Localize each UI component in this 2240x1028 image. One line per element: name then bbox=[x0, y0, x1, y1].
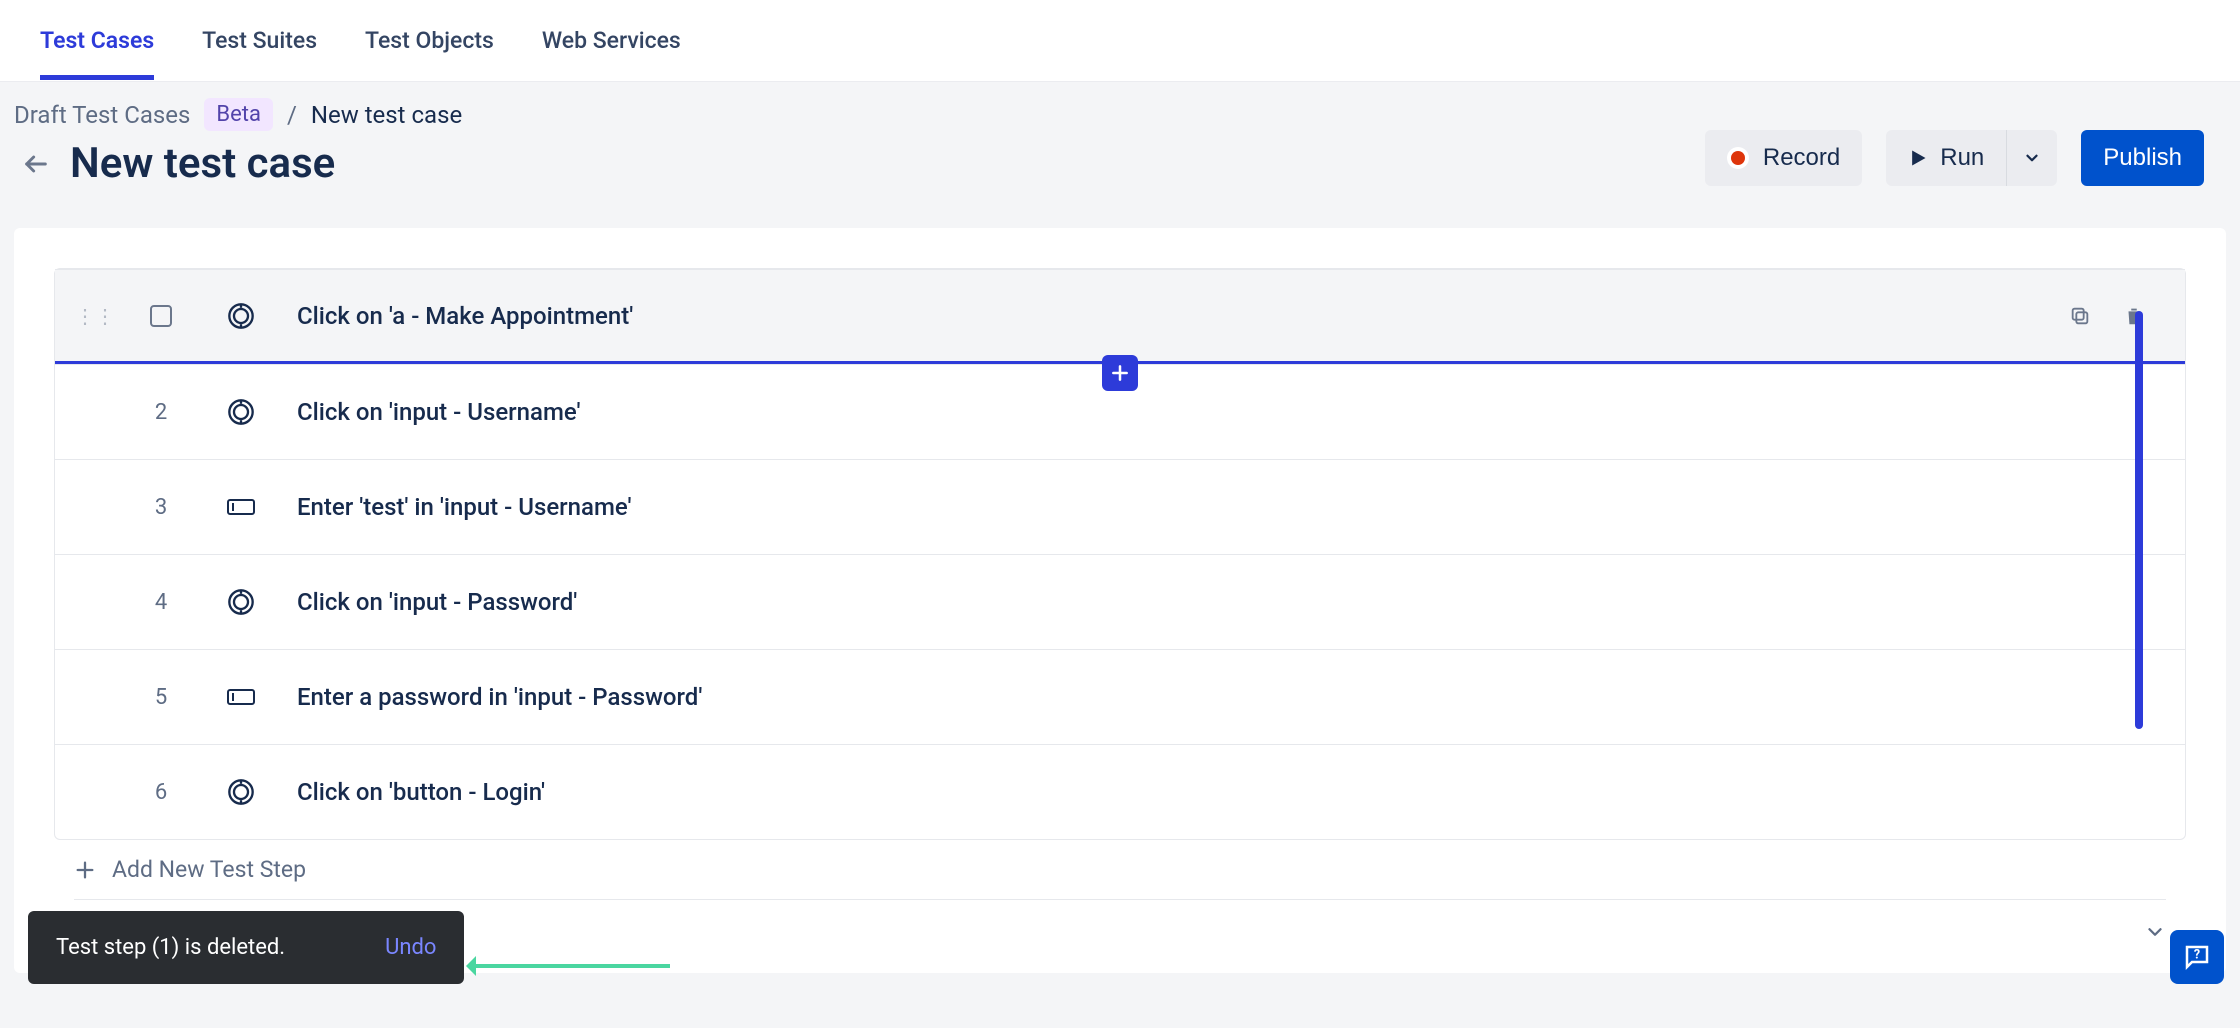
svg-text:?: ? bbox=[2194, 947, 2200, 962]
breadcrumb-separator: / bbox=[287, 101, 297, 129]
step-checkbox[interactable] bbox=[150, 305, 172, 327]
tab-web-services[interactable]: Web Services bbox=[542, 1, 681, 80]
chevron-down-icon bbox=[2023, 149, 2041, 167]
step-row-actions bbox=[2069, 305, 2145, 327]
step-number: 6 bbox=[137, 780, 185, 805]
publish-button[interactable]: Publish bbox=[2081, 130, 2204, 186]
record-icon bbox=[1727, 147, 1749, 169]
test-step-row[interactable]: 4 Click on 'input - Password' bbox=[55, 554, 2185, 649]
add-step-button[interactable]: Add New Test Step bbox=[74, 856, 2166, 883]
click-icon bbox=[221, 588, 261, 616]
annotation-arrow bbox=[470, 964, 670, 968]
plus-icon bbox=[74, 859, 96, 881]
drag-handle-icon[interactable]: ⋮⋮ bbox=[75, 304, 101, 328]
run-dropdown-button[interactable] bbox=[2006, 130, 2057, 186]
breadcrumb-root[interactable]: Draft Test Cases bbox=[14, 101, 190, 129]
play-icon bbox=[1908, 148, 1928, 168]
test-step-row[interactable]: 3 Enter 'test' in 'input - Username' bbox=[55, 459, 2185, 554]
run-label: Run bbox=[1940, 144, 1984, 172]
step-description: Click on 'a - Make Appointment' bbox=[297, 302, 2033, 330]
step-description: Click on 'input - Password' bbox=[297, 588, 2145, 616]
steps-card: ⋮⋮ Click on 'a - Make Appointment' 2 bbox=[14, 228, 2226, 973]
step-number: 5 bbox=[137, 685, 185, 710]
back-arrow-icon[interactable] bbox=[22, 150, 50, 178]
help-button[interactable]: ? bbox=[2170, 930, 2224, 984]
breadcrumb-row: Draft Test Cases Beta / New test case bbox=[0, 82, 2240, 131]
scroll-indicator[interactable] bbox=[2135, 311, 2143, 729]
tab-test-cases[interactable]: Test Cases bbox=[40, 1, 154, 80]
breadcrumb-current: New test case bbox=[311, 101, 462, 129]
test-step-row[interactable]: ⋮⋮ Click on 'a - Make Appointment' bbox=[55, 269, 2185, 364]
step-number: 2 bbox=[137, 400, 185, 425]
click-icon bbox=[221, 302, 261, 330]
click-icon bbox=[221, 778, 261, 806]
plus-icon bbox=[1110, 363, 1130, 383]
beta-badge: Beta bbox=[204, 98, 273, 131]
input-icon bbox=[221, 496, 261, 518]
step-number: 4 bbox=[137, 590, 185, 615]
test-step-row[interactable]: 6 Click on 'button - Login' bbox=[55, 744, 2185, 839]
breadcrumb: Draft Test Cases Beta / New test case bbox=[14, 98, 462, 131]
click-icon bbox=[221, 398, 261, 426]
step-number: 3 bbox=[137, 495, 185, 520]
add-step-label: Add New Test Step bbox=[112, 856, 306, 883]
run-button[interactable]: Run bbox=[1886, 130, 2006, 186]
toast-message: Test step (1) is deleted. bbox=[56, 935, 285, 960]
input-icon bbox=[221, 686, 261, 708]
record-label: Record bbox=[1763, 144, 1840, 172]
help-icon: ? bbox=[2182, 942, 2212, 972]
header-actions: Record Run Publish bbox=[1705, 130, 2204, 186]
page-title: New test case bbox=[70, 139, 335, 188]
tab-test-objects[interactable]: Test Objects bbox=[365, 1, 494, 80]
chevron-down-icon[interactable] bbox=[2144, 921, 2166, 943]
record-button[interactable]: Record bbox=[1705, 130, 1862, 186]
tab-test-suites[interactable]: Test Suites bbox=[202, 1, 317, 80]
step-checkbox-cell bbox=[137, 305, 185, 327]
step-description: Enter 'test' in 'input - Username' bbox=[297, 493, 2145, 521]
step-description: Click on 'button - Login' bbox=[297, 778, 2145, 806]
step-description: Enter a password in 'input - Password' bbox=[297, 683, 2145, 711]
undo-button[interactable]: Undo bbox=[385, 935, 436, 960]
step-description: Click on 'input - Username' bbox=[297, 398, 2145, 426]
test-step-row[interactable]: 5 Enter a password in 'input - Password' bbox=[55, 649, 2185, 744]
undo-toast: Test step (1) is deleted. Undo bbox=[28, 911, 464, 984]
publish-label: Publish bbox=[2103, 144, 2182, 172]
run-button-group: Run bbox=[1886, 130, 2057, 186]
duplicate-icon[interactable] bbox=[2069, 305, 2091, 327]
insert-step-button[interactable] bbox=[1102, 355, 1138, 391]
steps-list: ⋮⋮ Click on 'a - Make Appointment' 2 bbox=[54, 268, 2186, 840]
tabs-bar: Test Cases Test Suites Test Objects Web … bbox=[0, 0, 2240, 82]
